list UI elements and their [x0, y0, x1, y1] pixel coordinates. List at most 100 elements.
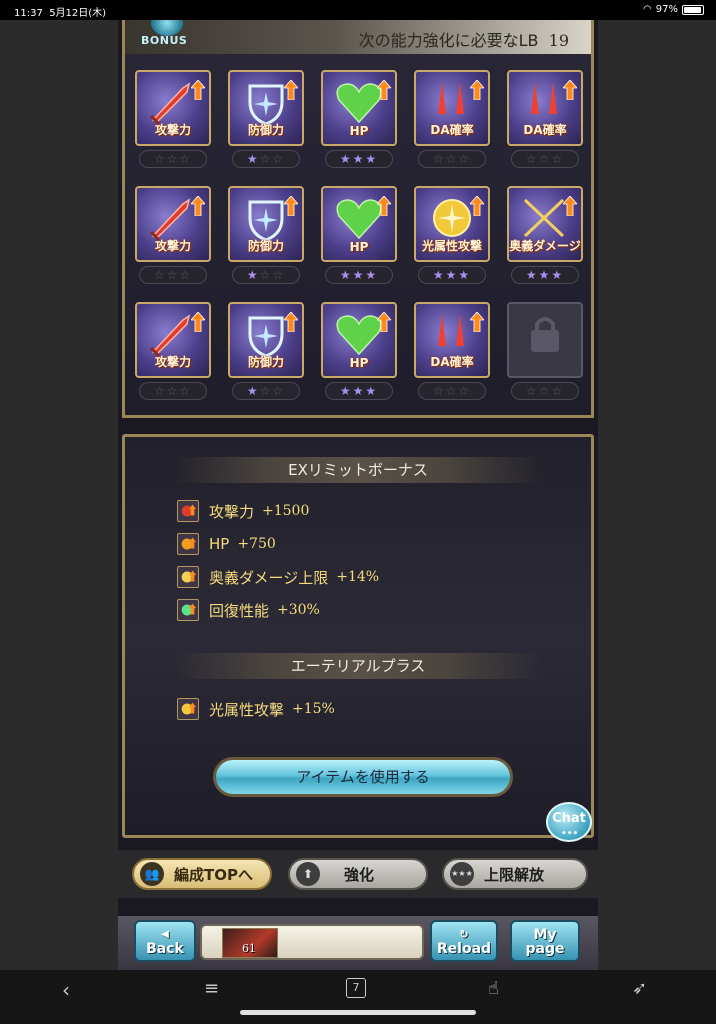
tab-party-top[interactable]: 👥 編成TOPへ	[132, 858, 272, 890]
hp-bonus-icon: HP	[321, 302, 397, 378]
star-icon: ☆	[179, 152, 193, 166]
light-bonus-icon: 光属性攻撃	[414, 186, 490, 262]
star-icon: ☆	[153, 152, 167, 166]
attack-icon	[177, 500, 199, 522]
lb-requirement: 次の能力強化に必要なLB 19	[359, 27, 569, 51]
star-icon: ☆	[272, 384, 286, 398]
back-chevron-icon[interactable]: ‹	[62, 978, 70, 1002]
ougi-icon	[177, 566, 199, 588]
lb-cell-label: HP	[349, 124, 369, 138]
bonus-value: +750	[237, 536, 276, 552]
da-bonus-icon: DA確率	[414, 70, 490, 146]
lb-cell-label: HP	[349, 356, 369, 370]
reload-label: Reload	[436, 941, 492, 957]
lb-cell-label: 防御力	[247, 355, 284, 369]
star-rating: ☆☆☆	[418, 382, 486, 400]
star-icon: ☆	[166, 268, 180, 282]
star-icon: ☆	[432, 152, 446, 166]
bonus-value: +14%	[336, 569, 380, 585]
star-icon: ☆	[458, 384, 472, 398]
star-icon: ☆	[525, 152, 539, 166]
lb-cell-hp[interactable]: HP ★★★	[321, 70, 397, 174]
star-icon: ★	[352, 152, 366, 166]
lb-requirement-label: 次の能力強化に必要なLB	[358, 31, 539, 50]
lb-cell-defense[interactable]: 防御力 ★☆☆	[228, 302, 304, 406]
locked-bonus-icon	[507, 302, 583, 378]
star-icon: ☆	[538, 152, 552, 166]
star-icon: ★	[445, 268, 459, 282]
tab-count-button[interactable]: 7	[346, 978, 366, 998]
star-icon: ★	[551, 268, 565, 282]
star-rating: ★☆☆	[232, 266, 300, 284]
lb-cell-ougi[interactable]: 奥義ダメージ ★★★	[507, 186, 583, 290]
lb-cell-light[interactable]: 光属性攻撃 ★★★	[414, 186, 490, 290]
rocket-icon[interactable]: ➶	[632, 978, 647, 999]
star-icon: ☆	[551, 152, 565, 166]
up-arrow-icon	[283, 79, 299, 101]
mypage-button[interactable]: My page	[510, 920, 580, 962]
chat-dots-icon: •••	[561, 829, 579, 839]
lb-cell-attack[interactable]: 攻撃力 ☆☆☆	[135, 70, 211, 174]
light-icon	[177, 698, 199, 720]
use-item-button[interactable]: アイテムを使用する	[213, 757, 513, 797]
status-time: 11:37 5月12日(木)	[14, 4, 106, 19]
lb-cell-da[interactable]: DA確率 ☆☆☆	[507, 70, 583, 174]
star-icon: ★	[365, 384, 379, 398]
chat-label: Chat	[552, 811, 586, 826]
lb-cell-label: 攻撃力	[154, 355, 191, 369]
tab-enhance-label: 強化	[344, 865, 375, 884]
star-icon: ☆	[458, 152, 472, 166]
mypage-label-2: page	[525, 941, 565, 957]
star-icon: ☆	[153, 384, 167, 398]
tab-enhance[interactable]: ⬆ 強化	[288, 858, 428, 890]
star-rating: ☆☆☆	[418, 150, 486, 168]
bonus-name: 光属性攻撃	[209, 700, 285, 719]
lb-cell-label: HP	[349, 240, 369, 254]
star-icon: ☆	[166, 384, 180, 398]
up-arrow-icon	[190, 79, 206, 101]
star-icon: ★	[458, 268, 472, 282]
stars-icon: ★★★	[450, 862, 474, 886]
reload-button[interactable]: ↻ Reload	[430, 920, 498, 962]
lb-cell-locked[interactable]: ☆☆☆	[507, 302, 583, 406]
lb-cell-defense[interactable]: 防御力 ★☆☆	[228, 186, 304, 290]
star-rating: ☆☆☆	[511, 382, 579, 400]
defense-bonus-icon: 防御力	[228, 186, 304, 262]
lb-cell-label: DA確率	[430, 123, 474, 137]
up-arrow-icon	[283, 311, 299, 333]
back-button[interactable]: ◀ Back	[134, 920, 196, 962]
defense-bonus-icon: 防御力	[228, 70, 304, 146]
star-icon: ★	[352, 384, 366, 398]
right-side-panel	[598, 20, 716, 970]
lb-cell-defense[interactable]: 防御力 ★☆☆	[228, 70, 304, 174]
game-viewport: BONUS 次の能力強化に必要なLB 19 攻撃力 ☆☆☆ 防御力 ★☆☆ HP ★★★ D…	[118, 20, 598, 970]
star-icon: ☆	[179, 268, 193, 282]
lb-cell-hp[interactable]: HP ★★★	[321, 302, 397, 406]
tab-party-top-label: 編成TOPへ	[174, 865, 253, 884]
star-rating: ★★★	[325, 266, 393, 284]
star-icon: ★	[365, 268, 379, 282]
lb-cell-attack[interactable]: 攻撃力 ☆☆☆	[135, 302, 211, 406]
lb-cell-attack[interactable]: 攻撃力 ☆☆☆	[135, 186, 211, 290]
tab-uncap-label: 上限解放	[484, 865, 545, 884]
star-icon: ☆	[166, 152, 180, 166]
star-icon: ★	[246, 268, 260, 282]
chat-button[interactable]: Chat •••	[546, 802, 592, 842]
player-info-bar[interactable]: 61	[200, 924, 424, 960]
bonus-badge: BONUS	[139, 20, 195, 52]
lock-icon	[519, 310, 571, 358]
bonus-line: HP +750	[177, 532, 276, 556]
gesture-icon[interactable]: ☝	[488, 978, 499, 999]
star-icon: ☆	[445, 384, 459, 398]
home-indicator	[240, 1010, 476, 1015]
star-rating: ★★★	[511, 266, 579, 284]
rank-number: 61	[242, 942, 256, 955]
up-arrow-icon	[190, 195, 206, 217]
up-arrow-icon: ⬆	[296, 862, 320, 886]
menu-icon[interactable]: ≡	[204, 978, 219, 999]
bonus-badge-label: BONUS	[141, 34, 188, 47]
lb-cell-hp[interactable]: HP ★★★	[321, 186, 397, 290]
lb-cell-da[interactable]: DA確率 ☆☆☆	[414, 302, 490, 406]
tab-uncap[interactable]: ★★★ 上限解放	[442, 858, 588, 890]
lb-cell-da[interactable]: DA確率 ☆☆☆	[414, 70, 490, 174]
